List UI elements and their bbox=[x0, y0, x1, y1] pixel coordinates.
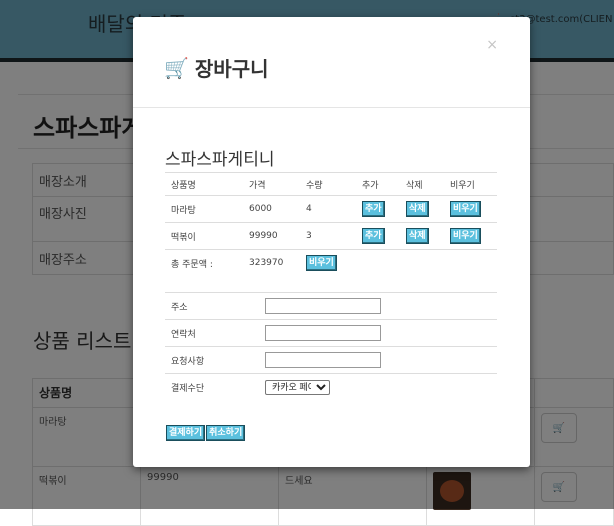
pay-button[interactable]: 결제하기 bbox=[166, 425, 206, 441]
order-form: 주소 연락처 요청사항 결제수단 카카오 페이 bbox=[165, 292, 497, 401]
cart-store-name: 스파스파게티니 bbox=[165, 150, 275, 170]
address-input[interactable] bbox=[265, 298, 381, 314]
contact-input[interactable] bbox=[265, 325, 381, 341]
clear-all-button[interactable]: 비우기 bbox=[306, 255, 337, 271]
item-price: 6000 bbox=[243, 195, 300, 223]
close-button[interactable]: × bbox=[486, 37, 498, 53]
payment-label: 결제수단 bbox=[165, 373, 259, 401]
cart-total-row: 총 주문액 : 323970 비우기 bbox=[165, 249, 497, 276]
address-label: 주소 bbox=[165, 292, 259, 320]
request-input[interactable] bbox=[265, 352, 381, 368]
add-button[interactable]: 추가 bbox=[362, 228, 385, 244]
item-qty: 4 bbox=[300, 195, 356, 223]
payment-select[interactable]: 카카오 페이 bbox=[265, 379, 330, 395]
col-delete: 삭제 bbox=[400, 172, 444, 196]
col-name: 상품명 bbox=[165, 172, 243, 196]
clear-item-button[interactable]: 비우기 bbox=[450, 228, 481, 244]
modal-footer-buttons: 결제하기 취소하기 bbox=[166, 425, 246, 441]
item-price: 99990 bbox=[243, 222, 300, 250]
delete-button[interactable]: 삭제 bbox=[406, 228, 429, 244]
cancel-button[interactable]: 취소하기 bbox=[206, 425, 246, 441]
cart-icon: 🛒 bbox=[164, 55, 189, 80]
item-qty: 3 bbox=[300, 222, 356, 250]
cart-row: 떡볶이 99990 3 추가 삭제 비우기 bbox=[165, 222, 497, 250]
request-label: 요청사항 bbox=[165, 346, 259, 374]
clear-item-button[interactable]: 비우기 bbox=[450, 201, 481, 217]
col-qty: 수량 bbox=[300, 172, 356, 196]
modal-title-text: 장바구니 bbox=[194, 57, 269, 81]
col-add: 추가 bbox=[356, 172, 400, 196]
total-value: 323970 bbox=[243, 249, 300, 276]
modal-title: 🛒 장바구니 bbox=[164, 53, 269, 82]
contact-label: 연락처 bbox=[165, 319, 259, 347]
item-name: 떡볶이 bbox=[165, 222, 243, 250]
add-button[interactable]: 추가 bbox=[362, 201, 385, 217]
col-price: 가격 bbox=[243, 172, 300, 196]
delete-button[interactable]: 삭제 bbox=[406, 201, 429, 217]
total-label: 총 주문액 : bbox=[165, 249, 243, 276]
cart-row: 마라탕 6000 4 추가 삭제 비우기 bbox=[165, 195, 497, 223]
cart-table: 상품명 가격 수량 추가 삭제 비우기 마라탕 6000 4 추가 삭제 비우기… bbox=[165, 172, 497, 276]
col-clear: 비우기 bbox=[444, 172, 497, 196]
modal-header: 🛒 장바구니 × bbox=[133, 17, 530, 108]
item-name: 마라탕 bbox=[165, 195, 243, 223]
